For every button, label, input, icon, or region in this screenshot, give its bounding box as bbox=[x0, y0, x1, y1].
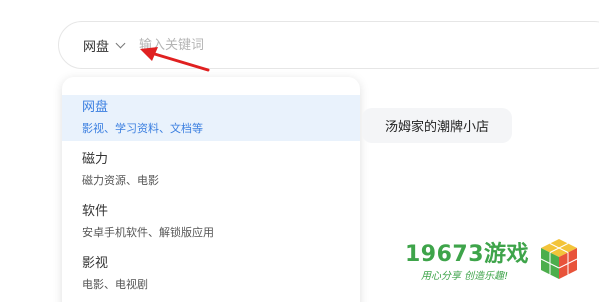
dropdown-item-software[interactable]: 软件 安卓手机软件、解锁版应用 bbox=[62, 199, 360, 245]
dropdown-item-video[interactable]: 影视 电影、电视剧 bbox=[62, 251, 360, 297]
dropdown-item-netdisk[interactable]: 网盘 影视、学习资料、文档等 bbox=[62, 95, 360, 141]
watermark-slogan: 用心分享 创造乐趣! bbox=[421, 271, 509, 282]
watermark-logo: 19673游戏 用心分享 创造乐趣! bbox=[405, 236, 595, 286]
shop-tag-chip[interactable]: 汤姆家的潮牌小店 bbox=[362, 108, 512, 143]
dropdown-item-title: 磁力 bbox=[82, 152, 109, 167]
cube-logo-icon bbox=[540, 239, 578, 279]
dropdown-item-desc: 电影、电视剧 bbox=[82, 278, 148, 291]
dropdown-item-desc: 影视、学习资料、文档等 bbox=[82, 122, 203, 135]
category-dropdown-menu: 网盘 影视、学习资料、文档等 磁力 磁力资源、电影 软件 安卓手机软件、解锁版应… bbox=[62, 77, 360, 302]
page: 网盘 网盘 影视、学习资料、文档等 磁力 磁力资源、电影 软件 安卓手机软件、解… bbox=[0, 0, 599, 302]
dropdown-item-title: 软件 bbox=[82, 204, 109, 219]
dropdown-item-magnet[interactable]: 磁力 磁力资源、电影 bbox=[62, 147, 360, 193]
category-label: 网盘 bbox=[83, 39, 110, 55]
dropdown-item-title: 影视 bbox=[82, 256, 109, 271]
dropdown-item-desc: 安卓手机软件、解锁版应用 bbox=[82, 226, 214, 239]
watermark-brand: 19673游戏 bbox=[405, 242, 530, 267]
dropdown-item-title: 网盘 bbox=[82, 100, 109, 115]
category-dropdown[interactable]: 网盘 bbox=[83, 22, 126, 68]
red-arrow-annotation bbox=[140, 47, 210, 72]
dropdown-item-desc: 磁力资源、电影 bbox=[82, 174, 159, 187]
chevron-down-icon bbox=[115, 38, 126, 48]
